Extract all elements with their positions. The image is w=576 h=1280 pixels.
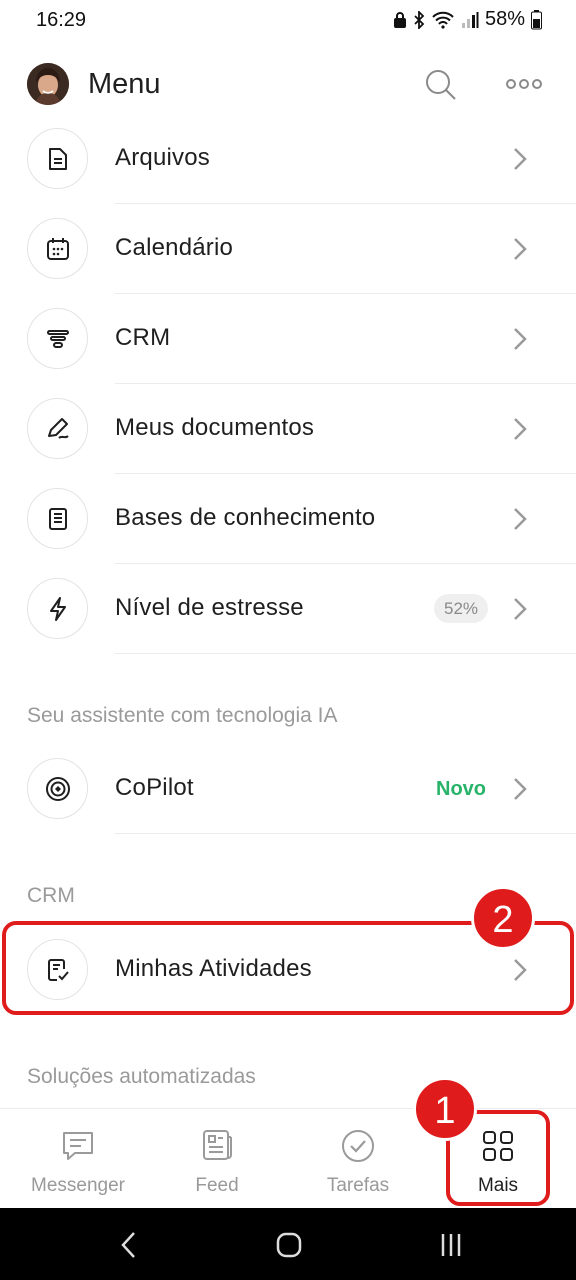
status-icons: 58% xyxy=(393,8,542,31)
stress-level-badge: 52% xyxy=(434,594,488,623)
menu-item-arquivos[interactable]: Arquivos xyxy=(0,114,576,204)
calendar-icon xyxy=(27,218,88,279)
menu-item-nivel-de-estresse[interactable]: Nível de estresse 52% xyxy=(0,564,576,654)
menu-item-meus-documentos[interactable]: Meus documentos xyxy=(0,384,576,474)
chevron-right-icon xyxy=(514,238,527,260)
menu-item-calendario[interactable]: Calendário xyxy=(0,204,576,294)
chat-icon xyxy=(63,1132,93,1160)
pen-icon xyxy=(27,398,88,459)
menu-item-label: CRM xyxy=(115,324,171,351)
tab-label: Messenger xyxy=(31,1175,125,1196)
signal-icon xyxy=(461,11,479,28)
recent-apps-icon[interactable] xyxy=(431,1228,471,1262)
chevron-right-icon xyxy=(514,328,527,350)
wifi-icon xyxy=(432,11,454,29)
search-icon[interactable] xyxy=(424,68,458,102)
avatar[interactable] xyxy=(27,63,69,105)
status-time: 16:29 xyxy=(36,9,87,31)
funnel-icon xyxy=(27,308,88,369)
status-bar: 16:29 58% xyxy=(0,0,576,44)
feed-icon xyxy=(203,1130,232,1160)
chevron-right-icon xyxy=(514,598,527,620)
copilot-icon xyxy=(27,758,88,819)
section-label-automated: Soluções automatizadas xyxy=(27,1065,256,1088)
tab-label: Feed xyxy=(195,1175,239,1196)
tab-messenger[interactable]: Messenger xyxy=(18,1109,138,1209)
section-label-ai: Seu assistente com tecnologia IA xyxy=(27,704,338,727)
menu-item-label: Calendário xyxy=(115,234,234,261)
tab-feed[interactable]: Feed xyxy=(157,1109,277,1209)
menu-item-label: Nível de estresse xyxy=(115,594,304,621)
menu-item-label: Bases de conhecimento xyxy=(115,504,376,531)
lock-icon xyxy=(393,11,406,28)
step-2-badge: 2 xyxy=(471,886,535,950)
lightning-icon xyxy=(27,578,88,639)
battery-percent: 58% xyxy=(484,8,525,30)
back-icon[interactable] xyxy=(110,1228,150,1262)
system-nav-bar xyxy=(0,1208,576,1280)
divider xyxy=(115,653,576,654)
bluetooth-icon xyxy=(414,10,425,29)
home-icon[interactable] xyxy=(269,1228,309,1262)
check-circle-icon xyxy=(342,1130,374,1162)
menu-item-label: CoPilot xyxy=(115,774,194,801)
menu-item-bases-de-conhecimento[interactable]: Bases de conhecimento xyxy=(0,474,576,564)
step-1-badge: 1 xyxy=(413,1077,477,1141)
battery-icon xyxy=(531,9,542,29)
chevron-right-icon xyxy=(514,508,527,530)
more-options-icon[interactable] xyxy=(505,70,543,98)
menu-item-crm[interactable]: CRM xyxy=(0,294,576,384)
file-icon xyxy=(27,128,88,189)
section-label-crm: CRM xyxy=(27,884,75,907)
header: Menu xyxy=(0,56,576,116)
chevron-right-icon xyxy=(514,148,527,170)
menu-item-copilot[interactable]: CoPilot Novo xyxy=(0,744,576,834)
book-icon xyxy=(27,488,88,549)
menu-item-label: Arquivos xyxy=(115,144,210,171)
page-title: Menu xyxy=(88,68,161,100)
chevron-right-icon xyxy=(514,778,527,800)
tab-label: Tarefas xyxy=(326,1175,390,1196)
chevron-right-icon xyxy=(514,418,527,440)
menu-item-label: Meus documentos xyxy=(115,414,315,441)
divider xyxy=(115,833,576,834)
new-tag: Novo xyxy=(436,778,486,800)
tab-tarefas[interactable]: Tarefas xyxy=(298,1109,418,1209)
